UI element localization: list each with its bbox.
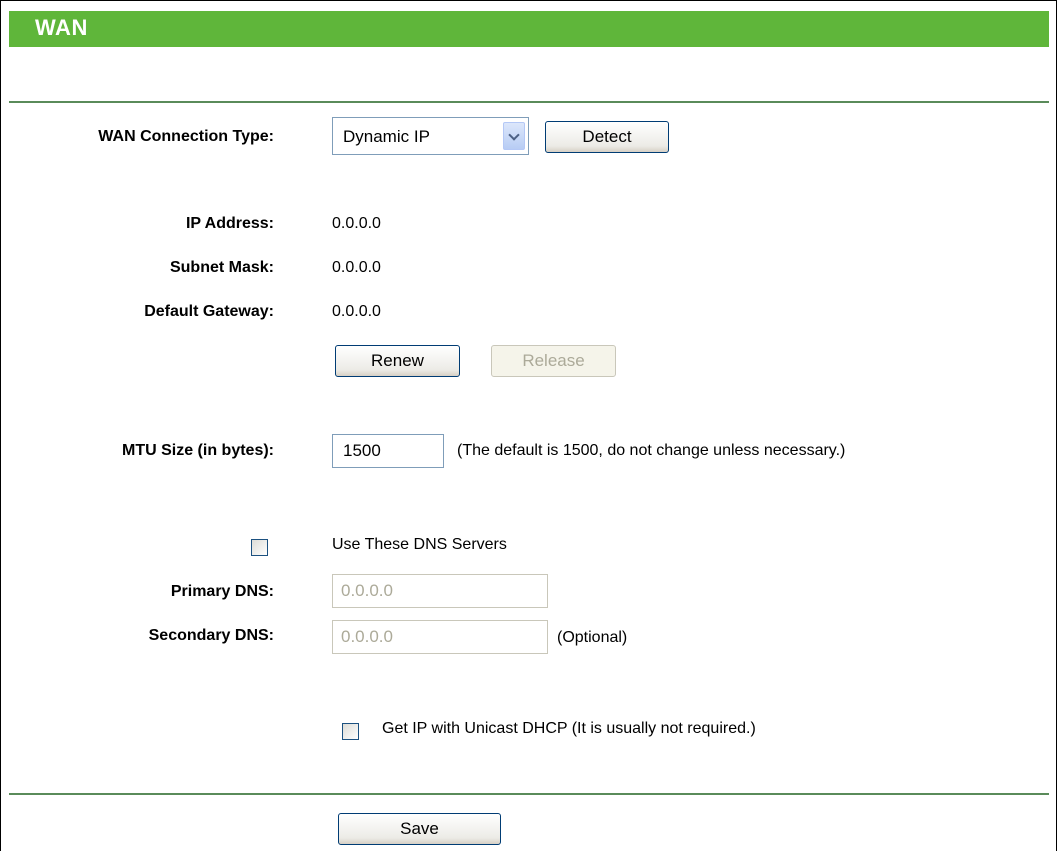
detect-button[interactable]: Detect [545, 121, 669, 153]
primary-dns-input[interactable] [332, 574, 548, 608]
use-dns-servers-label: Use These DNS Servers [332, 536, 507, 553]
primary-dns-label: Primary DNS: [170, 583, 274, 600]
top-divider [9, 101, 1049, 103]
wan-settings-page: WAN WAN Connection Type: Dynamic IP Dete… [0, 0, 1057, 851]
bottom-divider [9, 793, 1049, 795]
subnet-mask-label: Subnet Mask: [169, 259, 274, 276]
release-button[interactable]: Release [491, 345, 616, 377]
ip-address-label: IP Address: [185, 215, 274, 232]
page-title: WAN [35, 15, 88, 40]
save-button[interactable]: Save [338, 813, 501, 845]
default-gateway-value: 0.0.0.0 [332, 303, 381, 320]
mtu-size-label: MTU Size (in bytes): [121, 442, 274, 459]
mtu-hint-text: (The default is 1500, do not change unle… [457, 442, 846, 459]
chevron-down-icon[interactable] [503, 122, 525, 150]
mtu-size-input[interactable] [332, 434, 444, 468]
subnet-mask-value: 0.0.0.0 [332, 259, 381, 276]
secondary-dns-optional-note: (Optional) [557, 629, 628, 646]
use-dns-servers-checkbox[interactable] [251, 539, 268, 556]
wan-connection-type-select[interactable]: Dynamic IP [332, 117, 529, 155]
wan-header-bar: WAN [9, 11, 1049, 47]
ip-address-value: 0.0.0.0 [332, 215, 381, 232]
secondary-dns-input[interactable] [332, 620, 548, 654]
unicast-dhcp-label: Get IP with Unicast DHCP (It is usually … [382, 720, 756, 737]
wan-connection-type-label: WAN Connection Type: [98, 128, 274, 145]
wan-connection-type-value: Dynamic IP [343, 127, 430, 146]
unicast-dhcp-checkbox[interactable] [342, 723, 359, 740]
renew-button[interactable]: Renew [335, 345, 460, 377]
default-gateway-label: Default Gateway: [144, 303, 274, 320]
secondary-dns-label: Secondary DNS: [148, 627, 274, 644]
